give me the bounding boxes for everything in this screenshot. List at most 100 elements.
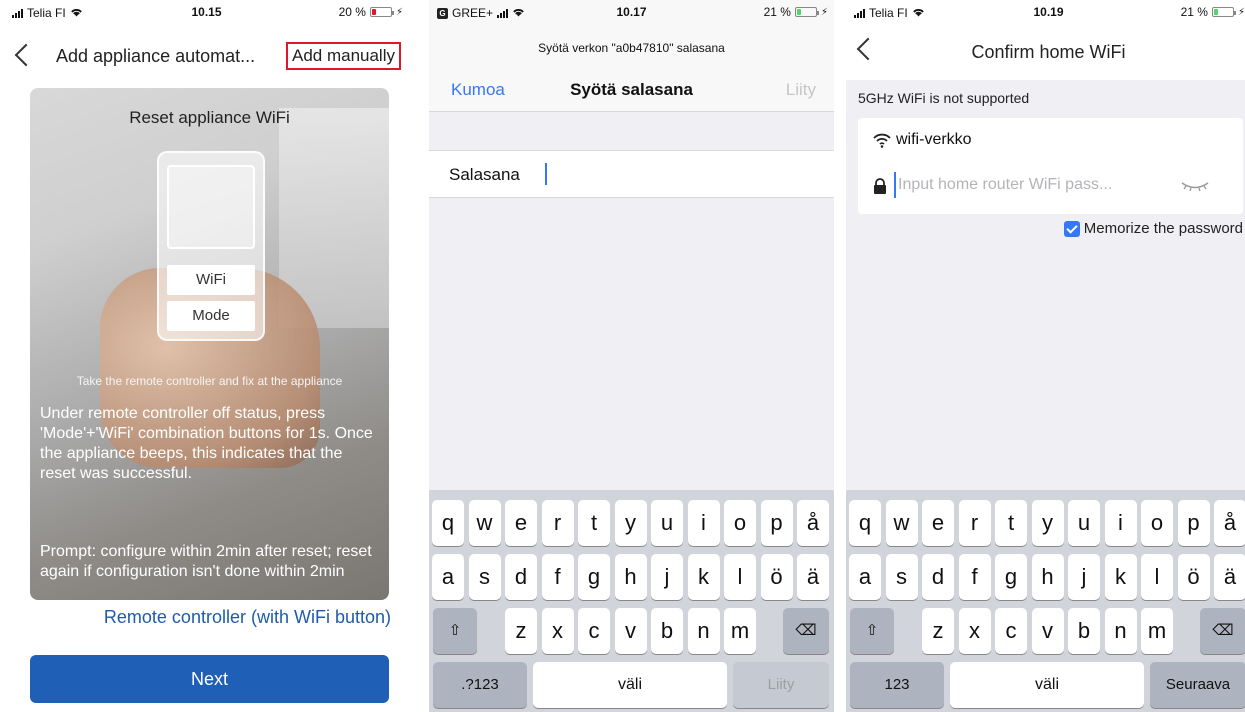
key-2-row2[interactable]: d	[505, 554, 537, 600]
key-4-row2[interactable]: g	[578, 554, 610, 600]
5ghz-note: 5GHz WiFi is not supported	[858, 90, 1030, 106]
key-3-row1[interactable]: r	[958, 500, 991, 546]
battery-icon	[1211, 7, 1236, 17]
key-1-row2[interactable]: s	[885, 554, 918, 600]
network-prompt: Syötä verkon "a0b47810" salasana	[538, 41, 725, 55]
key-4-row1[interactable]: t	[995, 500, 1027, 546]
key-5-row3[interactable]: n	[1104, 608, 1137, 654]
instruction-card: Reset appliance WiFi WiFi Mode Take the …	[30, 88, 389, 600]
key-7-row2[interactable]: k	[1104, 554, 1137, 600]
remote-mode-button: Mode	[167, 301, 255, 331]
key-9-row1[interactable]: p	[760, 500, 793, 546]
key-0-row2[interactable]: a	[849, 554, 881, 600]
memorize-password-toggle[interactable]: Memorize the password	[1063, 220, 1243, 237]
return-key[interactable]: Seuraava	[1150, 662, 1245, 708]
key-1-row3[interactable]: x	[958, 608, 991, 654]
key-0-row3[interactable]: z	[505, 608, 537, 654]
battery-icon	[369, 7, 394, 17]
key-3-row3[interactable]: v	[614, 608, 647, 654]
key-8-row2[interactable]: l	[724, 554, 756, 600]
back-icon[interactable]	[12, 40, 34, 70]
key-7-row1[interactable]: i	[1104, 500, 1137, 546]
key-3-row3[interactable]: v	[1031, 608, 1064, 654]
key-6-row3[interactable]: m	[724, 608, 756, 654]
hidden-eye-icon[interactable]	[1180, 180, 1210, 192]
key-4-row2[interactable]: g	[995, 554, 1027, 600]
join-button[interactable]: Liity	[786, 80, 816, 100]
charging-icon: ⚡	[1237, 6, 1245, 18]
key-5-row1[interactable]: y	[614, 500, 647, 546]
key-2-row2[interactable]: d	[922, 554, 954, 600]
key-10-row2[interactable]: ä	[1214, 554, 1245, 600]
key-6-row1[interactable]: u	[651, 500, 683, 546]
key-0-row2[interactable]: a	[432, 554, 464, 600]
key-4-row3[interactable]: b	[1068, 608, 1100, 654]
key-6-row2[interactable]: j	[1068, 554, 1100, 600]
key-2-row3[interactable]: c	[578, 608, 610, 654]
checkbox-icon[interactable]	[1063, 220, 1080, 237]
charging-icon: ⚡	[395, 6, 403, 18]
password-label: Salasana	[449, 165, 520, 184]
add-manually-button[interactable]: Add manually	[285, 42, 401, 70]
key-7-row1[interactable]: i	[687, 500, 720, 546]
key-9-row2[interactable]: ö	[760, 554, 793, 600]
key-5-row3[interactable]: n	[687, 608, 720, 654]
key-8-row1[interactable]: o	[724, 500, 756, 546]
key-5-row2[interactable]: h	[614, 554, 647, 600]
key-0-row3[interactable]: z	[922, 608, 954, 654]
key-4-row1[interactable]: t	[578, 500, 610, 546]
page-title: Add appliance automat...	[56, 46, 256, 66]
key-2-row1[interactable]: e	[922, 500, 954, 546]
numbers-key[interactable]: 123	[850, 662, 944, 708]
remote-controller-link[interactable]: Remote controller (with WiFi button)	[4, 607, 391, 628]
key-9-row2[interactable]: ö	[1177, 554, 1210, 600]
key-1-row2[interactable]: s	[468, 554, 501, 600]
key-0-row1[interactable]: q	[849, 500, 881, 546]
key-8-row2[interactable]: l	[1141, 554, 1173, 600]
key-1-row1[interactable]: w	[885, 500, 918, 546]
sheet-title: Syötä salasana	[570, 80, 693, 99]
lock-icon	[874, 178, 886, 194]
key-3-row1[interactable]: r	[541, 500, 574, 546]
key-6-row3[interactable]: m	[1141, 608, 1173, 654]
battery-percent: 21 %	[763, 5, 791, 19]
reset-instructions: Under remote controller off status, pres…	[40, 405, 373, 482]
key-1-row1[interactable]: w	[468, 500, 501, 546]
key-6-row1[interactable]: u	[1068, 500, 1100, 546]
wifi-password-input[interactable]	[894, 172, 1134, 198]
key-10-row2[interactable]: ä	[797, 554, 829, 600]
key-2-row1[interactable]: e	[505, 500, 537, 546]
nav-bar: Add appliance automat... Add manually	[4, 36, 409, 76]
status-bar: Telia FI 10.15 20 % ⚡	[4, 0, 409, 24]
key-10-row1[interactable]: å	[797, 500, 829, 546]
key-7-row2[interactable]: k	[687, 554, 720, 600]
key-1-row3[interactable]: x	[541, 608, 574, 654]
charging-icon: ⚡	[820, 6, 828, 18]
password-field[interactable]: Salasana	[429, 150, 834, 198]
key-9-row1[interactable]: p	[1177, 500, 1210, 546]
key-8-row1[interactable]: o	[1141, 500, 1173, 546]
backspace-key[interactable]: ⌫	[783, 608, 829, 654]
key-3-row2[interactable]: f	[541, 554, 574, 600]
numbers-key[interactable]: .?123	[433, 662, 527, 708]
key-2-row3[interactable]: c	[995, 608, 1027, 654]
wifi-form-card: wifi-verkko	[858, 118, 1243, 214]
key-4-row3[interactable]: b	[651, 608, 683, 654]
shift-key[interactable]: ⇧	[850, 608, 894, 654]
battery-icon	[794, 7, 819, 17]
shift-key[interactable]: ⇧	[433, 608, 477, 654]
key-5-row1[interactable]: y	[1031, 500, 1064, 546]
wifi-ssid[interactable]: wifi-verkko	[896, 131, 972, 149]
backspace-key[interactable]: ⌫	[1200, 608, 1245, 654]
return-key[interactable]: Liity	[733, 662, 829, 708]
remote-wifi-button: WiFi	[167, 265, 255, 295]
key-0-row1[interactable]: q	[432, 500, 464, 546]
space-key[interactable]: väli	[533, 662, 727, 708]
next-button[interactable]: Next	[30, 655, 389, 703]
key-10-row1[interactable]: å	[1214, 500, 1245, 546]
key-5-row2[interactable]: h	[1031, 554, 1064, 600]
space-key[interactable]: väli	[950, 662, 1144, 708]
key-6-row2[interactable]: j	[651, 554, 683, 600]
card-title: Reset appliance WiFi	[129, 108, 290, 127]
key-3-row2[interactable]: f	[958, 554, 991, 600]
